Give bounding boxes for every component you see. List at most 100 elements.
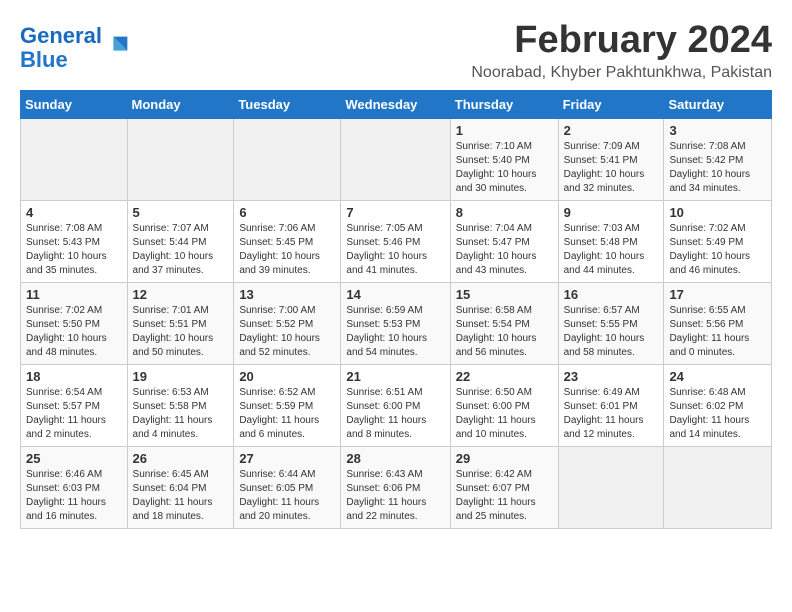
header-row: Sunday Monday Tuesday Wednesday Thursday… xyxy=(21,90,772,118)
day-cell: 7 Sunrise: 7:05 AM Sunset: 5:46 PM Daylig… xyxy=(341,200,450,282)
day-number: 8 xyxy=(456,205,553,220)
day-number: 29 xyxy=(456,451,553,466)
col-wednesday: Wednesday xyxy=(341,90,450,118)
day-cell: 20 Sunrise: 6:52 AM Sunset: 5:59 PM Dayli… xyxy=(234,364,341,446)
day-number: 26 xyxy=(133,451,229,466)
col-monday: Monday xyxy=(127,90,234,118)
day-cell xyxy=(127,118,234,200)
day-number: 18 xyxy=(26,369,122,384)
day-cell xyxy=(664,446,772,528)
day-number: 5 xyxy=(133,205,229,220)
day-info: Sunrise: 7:08 AM Sunset: 5:42 PM Dayligh… xyxy=(669,140,766,196)
day-number: 27 xyxy=(239,451,335,466)
day-cell: 11 Sunrise: 7:02 AM Sunset: 5:50 PM Dayli… xyxy=(21,282,128,364)
logo-text: General Blue xyxy=(20,24,102,72)
day-cell: 14 Sunrise: 6:59 AM Sunset: 5:53 PM Dayli… xyxy=(341,282,450,364)
day-number: 12 xyxy=(133,287,229,302)
day-info: Sunrise: 7:04 AM Sunset: 5:47 PM Dayligh… xyxy=(456,222,553,278)
day-number: 3 xyxy=(669,123,766,138)
day-info: Sunrise: 6:45 AM Sunset: 6:04 PM Dayligh… xyxy=(133,468,229,524)
day-cell xyxy=(21,118,128,200)
day-info: Sunrise: 7:09 AM Sunset: 5:41 PM Dayligh… xyxy=(564,140,659,196)
day-cell: 2 Sunrise: 7:09 AM Sunset: 5:41 PM Daylig… xyxy=(558,118,664,200)
location-title: Noorabad, Khyber Pakhtunkhwa, Pakistan xyxy=(471,64,772,82)
day-cell xyxy=(341,118,450,200)
day-cell: 16Sunrise: 6:57 AM Sunset: 5:55 PM Dayli… xyxy=(558,282,664,364)
logo-line2: Blue xyxy=(20,47,68,72)
day-number: 17 xyxy=(669,287,766,302)
day-cell: 5 Sunrise: 7:07 AM Sunset: 5:44 PM Daylig… xyxy=(127,200,234,282)
day-cell xyxy=(234,118,341,200)
day-info: Sunrise: 7:05 AM Sunset: 5:46 PM Dayligh… xyxy=(346,222,444,278)
day-info: Sunrise: 7:02 AM Sunset: 5:50 PM Dayligh… xyxy=(26,304,122,360)
week-row-4: 18 Sunrise: 6:54 AM Sunset: 5:57 PM Dayli… xyxy=(21,364,772,446)
logo-icon xyxy=(104,32,132,60)
col-sunday: Sunday xyxy=(21,90,128,118)
day-info: Sunrise: 7:10 AM Sunset: 5:40 PM Dayligh… xyxy=(456,140,553,196)
week-row-3: 11 Sunrise: 7:02 AM Sunset: 5:50 PM Dayli… xyxy=(21,282,772,364)
day-number: 9 xyxy=(564,205,659,220)
title-area: February 2024 Noorabad, Khyber Pakhtunkh… xyxy=(471,20,772,82)
day-info: Sunrise: 7:07 AM Sunset: 5:44 PM Dayligh… xyxy=(133,222,229,278)
day-info: Sunrise: 6:53 AM Sunset: 5:58 PM Dayligh… xyxy=(133,386,229,442)
calendar-table: Sunday Monday Tuesday Wednesday Thursday… xyxy=(20,90,772,529)
day-cell: 29 Sunrise: 6:42 AM Sunset: 6:07 PM Dayli… xyxy=(450,446,558,528)
logo: General Blue xyxy=(20,24,132,72)
day-info: Sunrise: 6:52 AM Sunset: 5:59 PM Dayligh… xyxy=(239,386,335,442)
day-cell: 4 Sunrise: 7:08 AM Sunset: 5:43 PM Daylig… xyxy=(21,200,128,282)
header: General Blue February 2024 Noorabad, Khy… xyxy=(20,20,772,82)
day-number: 10 xyxy=(669,205,766,220)
day-info: Sunrise: 7:00 AM Sunset: 5:52 PM Dayligh… xyxy=(239,304,335,360)
day-cell: 26 Sunrise: 6:45 AM Sunset: 6:04 PM Dayli… xyxy=(127,446,234,528)
day-cell: 6Sunrise: 7:06 AM Sunset: 5:45 PM Daylig… xyxy=(234,200,341,282)
day-cell: 23Sunrise: 6:49 AM Sunset: 6:01 PM Dayli… xyxy=(558,364,664,446)
day-info: Sunrise: 6:58 AM Sunset: 5:54 PM Dayligh… xyxy=(456,304,553,360)
day-cell: 8 Sunrise: 7:04 AM Sunset: 5:47 PM Daylig… xyxy=(450,200,558,282)
day-number: 22 xyxy=(456,369,553,384)
day-number: 20 xyxy=(239,369,335,384)
day-info: Sunrise: 6:42 AM Sunset: 6:07 PM Dayligh… xyxy=(456,468,553,524)
day-number: 11 xyxy=(26,287,122,302)
day-info: Sunrise: 6:48 AM Sunset: 6:02 PM Dayligh… xyxy=(669,386,766,442)
day-info: Sunrise: 6:57 AM Sunset: 5:55 PM Dayligh… xyxy=(564,304,659,360)
week-row-5: 25 Sunrise: 6:46 AM Sunset: 6:03 PM Dayli… xyxy=(21,446,772,528)
day-number: 13 xyxy=(239,287,335,302)
day-info: Sunrise: 6:51 AM Sunset: 6:00 PM Dayligh… xyxy=(346,386,444,442)
day-number: 14 xyxy=(346,287,444,302)
day-cell xyxy=(558,446,664,528)
day-info: Sunrise: 6:50 AM Sunset: 6:00 PM Dayligh… xyxy=(456,386,553,442)
col-friday: Friday xyxy=(558,90,664,118)
day-number: 15 xyxy=(456,287,553,302)
day-cell: 9 Sunrise: 7:03 AM Sunset: 5:48 PM Daylig… xyxy=(558,200,664,282)
day-number: 2 xyxy=(564,123,659,138)
day-cell: 21 Sunrise: 6:51 AM Sunset: 6:00 PM Dayli… xyxy=(341,364,450,446)
day-number: 25 xyxy=(26,451,122,466)
day-info: Sunrise: 6:54 AM Sunset: 5:57 PM Dayligh… xyxy=(26,386,122,442)
week-row-1: 1Sunrise: 7:10 AM Sunset: 5:40 PM Daylig… xyxy=(21,118,772,200)
day-number: 24 xyxy=(669,369,766,384)
day-cell: 24 Sunrise: 6:48 AM Sunset: 6:02 PM Dayli… xyxy=(664,364,772,446)
day-number: 7 xyxy=(346,205,444,220)
day-cell: 1Sunrise: 7:10 AM Sunset: 5:40 PM Daylig… xyxy=(450,118,558,200)
day-number: 23 xyxy=(564,369,659,384)
day-cell: 17Sunrise: 6:55 AM Sunset: 5:56 PM Dayli… xyxy=(664,282,772,364)
day-info: Sunrise: 6:44 AM Sunset: 6:05 PM Dayligh… xyxy=(239,468,335,524)
day-cell: 12Sunrise: 7:01 AM Sunset: 5:51 PM Dayli… xyxy=(127,282,234,364)
day-info: Sunrise: 7:03 AM Sunset: 5:48 PM Dayligh… xyxy=(564,222,659,278)
day-info: Sunrise: 6:46 AM Sunset: 6:03 PM Dayligh… xyxy=(26,468,122,524)
day-info: Sunrise: 6:43 AM Sunset: 6:06 PM Dayligh… xyxy=(346,468,444,524)
day-number: 21 xyxy=(346,369,444,384)
day-cell: 25 Sunrise: 6:46 AM Sunset: 6:03 PM Dayli… xyxy=(21,446,128,528)
day-info: Sunrise: 7:06 AM Sunset: 5:45 PM Dayligh… xyxy=(239,222,335,278)
day-info: Sunrise: 7:02 AM Sunset: 5:49 PM Dayligh… xyxy=(669,222,766,278)
day-number: 4 xyxy=(26,205,122,220)
day-info: Sunrise: 6:59 AM Sunset: 5:53 PM Dayligh… xyxy=(346,304,444,360)
week-row-2: 4 Sunrise: 7:08 AM Sunset: 5:43 PM Daylig… xyxy=(21,200,772,282)
day-cell: 22 Sunrise: 6:50 AM Sunset: 6:00 PM Dayli… xyxy=(450,364,558,446)
day-cell: 27 Sunrise: 6:44 AM Sunset: 6:05 PM Dayli… xyxy=(234,446,341,528)
month-title: February 2024 xyxy=(471,20,772,62)
day-info: Sunrise: 7:08 AM Sunset: 5:43 PM Dayligh… xyxy=(26,222,122,278)
day-cell: 13 Sunrise: 7:00 AM Sunset: 5:52 PM Dayli… xyxy=(234,282,341,364)
col-thursday: Thursday xyxy=(450,90,558,118)
col-tuesday: Tuesday xyxy=(234,90,341,118)
